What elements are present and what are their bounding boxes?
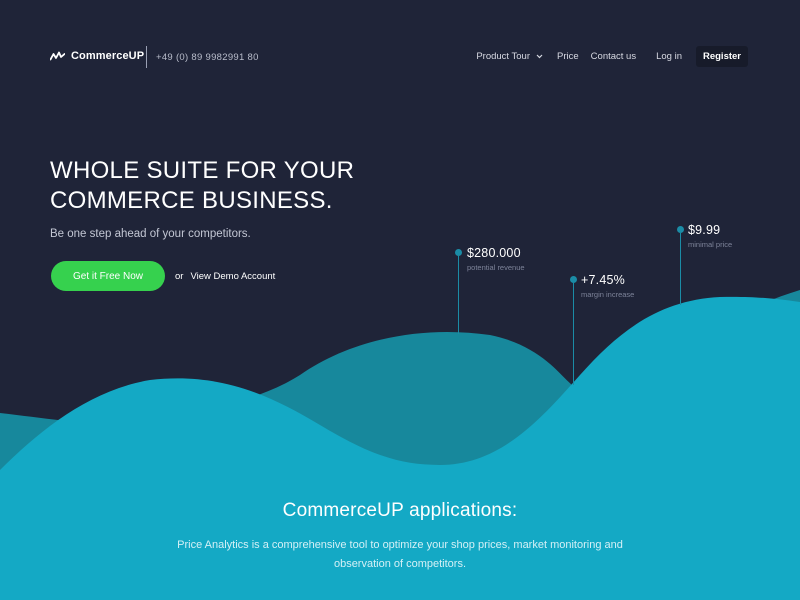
stat-3-line [679, 233, 681, 305]
nav-product-tour[interactable]: Product Tour [476, 51, 543, 62]
stat-1-label: potential revenue [467, 263, 525, 272]
pulse-icon [50, 51, 65, 61]
chevron-down-icon [536, 54, 543, 59]
site-header: CommerceUP +49 (0) 89 9982991 80 Product… [0, 0, 800, 110]
stat-2-value: +7.45% [581, 273, 625, 287]
nav-contact[interactable]: Contact us [591, 51, 636, 62]
view-demo-link[interactable]: View Demo Account [190, 271, 275, 282]
stat-2-marker [569, 276, 577, 283]
hero-title-line-1: WHOLE SUITE FOR YOUR [50, 157, 355, 184]
register-button[interactable]: Register [695, 46, 748, 67]
stat-2-label: margin increase [581, 290, 635, 299]
nav-price[interactable]: Price [557, 51, 579, 62]
stat-2-line [572, 283, 574, 385]
phone-number[interactable]: +49 (0) 89 9982991 80 [156, 52, 259, 63]
applications-title: CommerceUP applications: [282, 500, 518, 521]
stat-1-line [457, 256, 459, 334]
get-it-free-button[interactable]: Get it Free Now [51, 261, 165, 291]
hero-title-line-2: COMMERCE BUSINESS. [50, 187, 333, 214]
or-text: or [175, 270, 184, 282]
stat-1-marker [454, 249, 462, 256]
main-nav: Product Tour Price Contact us Log in Reg… [476, 46, 748, 67]
logo-text: CommerceUP [71, 50, 145, 62]
header-divider [146, 46, 147, 68]
hero-subtitle: Be one step ahead of your competitors. [50, 228, 251, 240]
nav-product-tour-label: Product Tour [476, 51, 531, 62]
applications-description: Price Analytics is a comprehensive tool … [177, 539, 623, 570]
stat-3-label: minimal price [688, 240, 733, 249]
cta-row: Get it Free Now or View Demo Account [51, 261, 275, 291]
logo[interactable]: CommerceUP [50, 50, 144, 62]
stat-3-marker [676, 226, 684, 233]
stat-3-value: $9.99 [688, 223, 721, 237]
hero-title: WHOLE SUITE FOR YOUR COMMERCE BUSINESS. [50, 156, 354, 216]
stat-1-value: $280.000 [467, 246, 521, 260]
login-link[interactable]: Log in [656, 51, 682, 62]
